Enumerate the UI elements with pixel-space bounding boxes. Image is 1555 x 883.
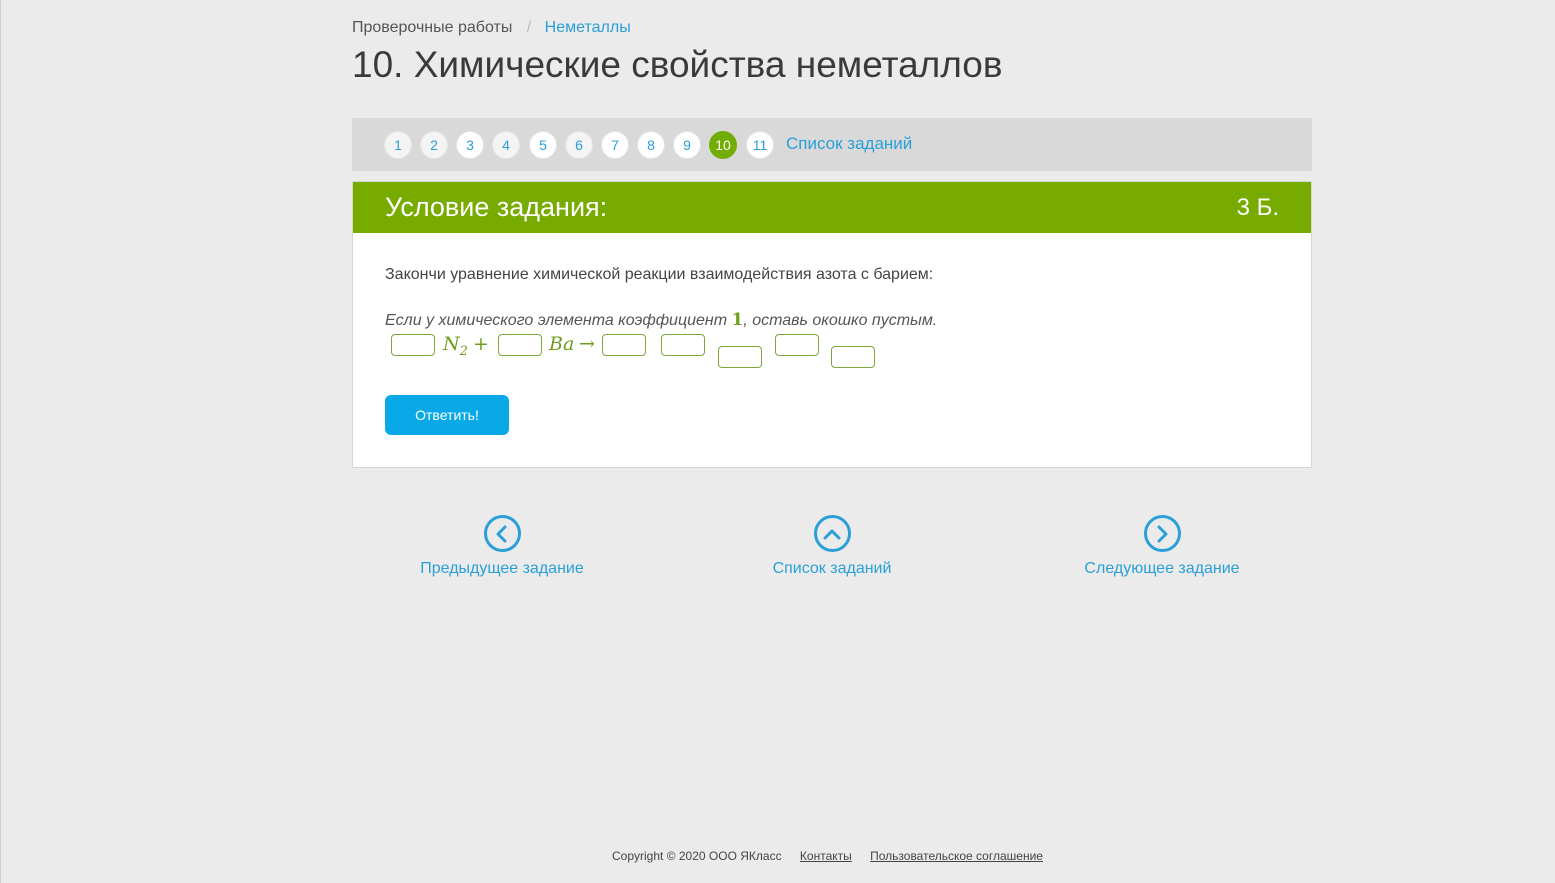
chevron-right-icon[interactable] [1143,515,1181,552]
footer-contacts-link[interactable]: Контакты [800,849,852,863]
task-points: 3 Б. [1236,194,1279,221]
next-task-label[interactable]: Следующее задание [1082,560,1242,578]
task-card: Условие задания: 3 Б. Закончи уравнение … [352,181,1312,468]
breadcrumb-parent[interactable]: Проверочные работы [352,19,512,36]
task-pill-4[interactable]: 4 [492,131,520,159]
footer-copyright: Copyright © 2020 ООО ЯКласс [612,849,782,863]
formula-ba: Ba [549,333,575,355]
breadcrumb: Проверочные работы / Неметаллы [352,19,631,37]
footer: Copyright © 2020 ООО ЯКласс Контакты Пол… [612,849,1043,863]
task-text: Закончи уравнение химической реакции вза… [385,266,934,283]
task-hint-number: 1 [731,310,744,330]
next-task-nav[interactable]: Следующее задание [1082,515,1242,578]
task-pill-3[interactable]: 3 [456,131,484,159]
task-pill-1[interactable]: 1 [384,131,412,159]
task-pill-6[interactable]: 6 [565,131,593,159]
task-pill-7[interactable]: 7 [601,131,629,159]
chevron-left-icon[interactable] [483,515,521,552]
task-pill-11[interactable]: 11 [746,131,774,159]
task-card-header: Условие задания: 3 Б. [353,182,1311,233]
task-pill-10-active[interactable]: 10 [709,131,737,159]
task-hint-before: Если у химического элемента коэффициент [385,312,732,329]
chevron-up-icon[interactable] [813,515,851,552]
task-list-link[interactable]: Список заданий [786,134,912,154]
breadcrumb-current-link[interactable]: Неметаллы [545,19,631,36]
formula-n2-symbol: N [443,333,460,355]
prev-task-nav[interactable]: Предыдущее задание [418,515,586,578]
page-title: 10. Химические свойства неметаллов [352,44,1003,85]
product-subscript1-input[interactable] [718,346,762,368]
formula-n2-subscript: 2 [459,343,468,359]
breadcrumb-separator: / [526,19,532,36]
reaction-arrow: → [579,333,595,355]
coefficient-input-ba[interactable] [498,334,542,356]
task-list-nav[interactable]: Список заданий [766,515,898,578]
task-pill-8[interactable]: 8 [637,131,665,159]
formula-n2: N2 [443,333,468,359]
product-subscript2-input[interactable] [831,346,875,368]
task-hint-after: , оставь окошко пустым. [743,312,938,329]
coefficient-input-n2[interactable] [391,334,435,356]
footer-agreement-link[interactable]: Пользовательское соглашение [870,849,1043,863]
task-condition-title: Условие задания: [385,192,608,222]
product-element2-input[interactable] [775,334,819,356]
task-number-nav: 1 2 3 4 5 6 7 8 9 10 11 Список заданий [352,118,1312,171]
submit-answer-button[interactable]: Ответить! [385,395,509,435]
task-list-label[interactable]: Список заданий [766,560,898,578]
plus-sign: + [473,333,489,355]
task-pill-2[interactable]: 2 [420,131,448,159]
task-hint: Если у химического элемента коэффициент … [385,310,937,330]
product-coefficient-input[interactable] [602,334,646,356]
prev-task-label[interactable]: Предыдущее задание [418,560,586,578]
left-edge-line [0,0,1,883]
task-pill-9[interactable]: 9 [673,131,701,159]
task-pill-5[interactable]: 5 [529,131,557,159]
product-element1-input[interactable] [661,334,705,356]
